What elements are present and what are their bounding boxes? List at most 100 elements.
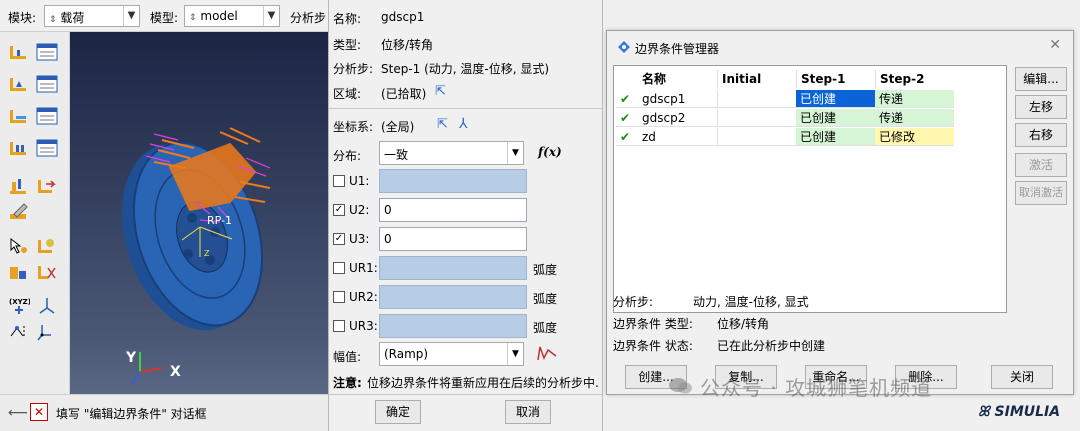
u3-field[interactable]: 0 <box>379 227 527 251</box>
table-row-step1[interactable]: 已创建 <box>796 109 875 127</box>
info-state-value: 已在此分析步中创建 <box>717 339 826 353</box>
deactivate-button[interactable]: 取消激活 <box>1015 181 1067 205</box>
ur2-unit: 弧度 <box>533 292 558 306</box>
move-right-button[interactable]: 右移 <box>1015 123 1067 147</box>
u1-field[interactable] <box>379 169 527 193</box>
chevron-down-icon: ▼ <box>507 343 523 365</box>
load-manager-icon[interactable] <box>36 42 58 62</box>
module-label: 模块: <box>8 11 37 25</box>
table-row-step2[interactable]: 传递 <box>875 90 954 108</box>
back-arrow-icon[interactable]: ⟵ <box>8 405 28 421</box>
table-row-initial[interactable] <box>717 109 796 127</box>
datum-axis-icon[interactable] <box>8 322 30 342</box>
table-row-initial[interactable] <box>717 90 796 108</box>
set-manager-icon[interactable] <box>36 236 58 256</box>
close-button[interactable]: 关闭 <box>991 365 1053 389</box>
table-row-step2[interactable]: 传递 <box>875 109 954 127</box>
chevron-down-icon: ▼ <box>507 142 523 164</box>
create-load-icon[interactable] <box>8 42 30 62</box>
close-icon[interactable]: ✕ <box>1049 37 1061 53</box>
csys-icon[interactable] <box>36 296 58 316</box>
step-value: Step-1 (动力, 温度-位移, 显式) <box>381 62 550 76</box>
ur3-checkbox[interactable] <box>333 320 345 332</box>
create-bc-icon[interactable] <box>8 74 30 94</box>
ur1-field[interactable] <box>379 256 527 280</box>
region-select-arrow-icon[interactable]: ⇱ <box>435 84 446 99</box>
move-left-button[interactable]: 左移 <box>1015 95 1067 119</box>
amplitude-select[interactable]: (Ramp) ▼ <box>379 342 524 366</box>
step-label: 分析步: <box>333 62 374 76</box>
u2-field[interactable]: 0 <box>379 198 527 222</box>
col-header-initial: Initial <box>717 70 795 88</box>
distribution-label: 分布: <box>333 149 362 163</box>
special-load-icon[interactable] <box>8 176 30 196</box>
module-value: 载荷 <box>60 11 85 25</box>
module-spin-icon: ⇕ <box>49 15 57 25</box>
divider <box>329 394 602 395</box>
bc-manager-icon[interactable] <box>36 74 58 94</box>
surface-manager-icon[interactable] <box>36 262 58 282</box>
cancel-button[interactable]: 取消 <box>505 400 551 424</box>
amplitude-label: 幅值: <box>333 350 362 364</box>
bc-manager-dialog: 边界条件管理器 ✕ 名称 Initial Step-1 Step-2 ✔ gds… <box>606 30 1074 395</box>
type-value: 位移/转角 <box>381 38 434 52</box>
note-label: 注意: <box>333 376 362 390</box>
distribution-select[interactable]: 一致 ▼ <box>379 141 524 165</box>
ur3-field[interactable] <box>379 314 527 338</box>
brake-disc-model: RP-1 Z Y X <box>121 127 271 385</box>
info-type-label: 边界条件 类型: <box>613 317 693 331</box>
table-row-step1-selected[interactable]: 已创建 <box>796 90 875 108</box>
xyz-csys-icon[interactable]: (XYZ) <box>8 296 31 316</box>
chevron-down-icon: ▼ <box>263 6 279 26</box>
table-row-name[interactable]: gdscp2 <box>638 109 717 127</box>
u2-label: U2: <box>349 203 370 217</box>
u3-checkbox[interactable]: ✓ <box>333 233 345 245</box>
ur3-label: UR3: <box>349 319 378 333</box>
col-header-name: 名称 <box>642 72 667 86</box>
row-check-icon: ✔ <box>616 128 638 146</box>
brand-text: SIMULIA <box>994 404 1061 420</box>
table-row-step1[interactable]: 已创建 <box>796 128 875 146</box>
table-row-name[interactable]: gdscp1 <box>638 90 717 108</box>
note-text: 位移边界条件将重新应用在后续的分析步中. <box>367 376 599 390</box>
datum-csys-icon[interactable] <box>36 322 58 342</box>
table-row-initial[interactable] <box>717 128 796 146</box>
surface-icon[interactable] <box>8 262 30 282</box>
activate-button[interactable]: 激活 <box>1015 153 1067 177</box>
chevron-down-icon: ▼ <box>123 6 139 26</box>
ur1-checkbox[interactable] <box>333 262 345 274</box>
csys-create-icon[interactable]: ⅄ <box>459 116 468 132</box>
ur2-checkbox[interactable] <box>333 291 345 303</box>
svg-text:Z: Z <box>204 249 210 258</box>
create-load-case-icon[interactable] <box>8 138 30 158</box>
bc-table: 名称 Initial Step-1 Step-2 ✔ gdscp1 已创建 传递… <box>613 65 1007 313</box>
u1-label: U1: <box>349 174 370 188</box>
model-label: 模型: <box>150 11 179 25</box>
u1-checkbox[interactable] <box>333 175 345 187</box>
function-button[interactable]: f(x) <box>538 145 562 159</box>
col-header-step2: Step-2 <box>875 70 953 88</box>
info-step-value: 动力, 温度-位移, 显式 <box>693 295 809 309</box>
step-label: 分析步 <box>290 11 327 25</box>
csys-select-arrow-icon[interactable]: ⇱ <box>437 117 448 132</box>
table-row-name[interactable]: zd <box>638 128 717 146</box>
ur2-field[interactable] <box>379 285 527 309</box>
edit-attribute-icon[interactable] <box>8 202 30 222</box>
table-row-step2[interactable]: 已修改 <box>875 128 954 146</box>
ok-button[interactable]: 确定 <box>375 400 421 424</box>
svg-text:X: X <box>170 364 181 380</box>
load-case-manager-icon[interactable] <box>36 138 58 158</box>
cancel-procedure-icon[interactable]: ✕ <box>30 403 48 421</box>
field-manager-icon[interactable] <box>36 106 58 126</box>
model-combo[interactable]: ⇕ model ▼ <box>184 5 280 27</box>
amplitude-create-icon[interactable] <box>536 344 558 362</box>
model-viewport[interactable]: RP-1 Z Y X <box>70 32 328 394</box>
edit-bc-dialog: 名称: gdscp1 类型: 位移/转角 分析步: Step-1 (动力, 温度… <box>328 0 603 431</box>
u2-checkbox[interactable]: ✓ <box>333 204 345 216</box>
module-combo[interactable]: ⇕ 载荷 ▼ <box>44 5 140 27</box>
edit-button[interactable]: 编辑... <box>1015 67 1067 91</box>
select-set-icon[interactable] <box>8 236 30 256</box>
create-predefined-field-icon[interactable] <box>8 106 30 126</box>
name-label: 名称: <box>333 12 362 26</box>
move-load-icon[interactable] <box>36 176 58 196</box>
